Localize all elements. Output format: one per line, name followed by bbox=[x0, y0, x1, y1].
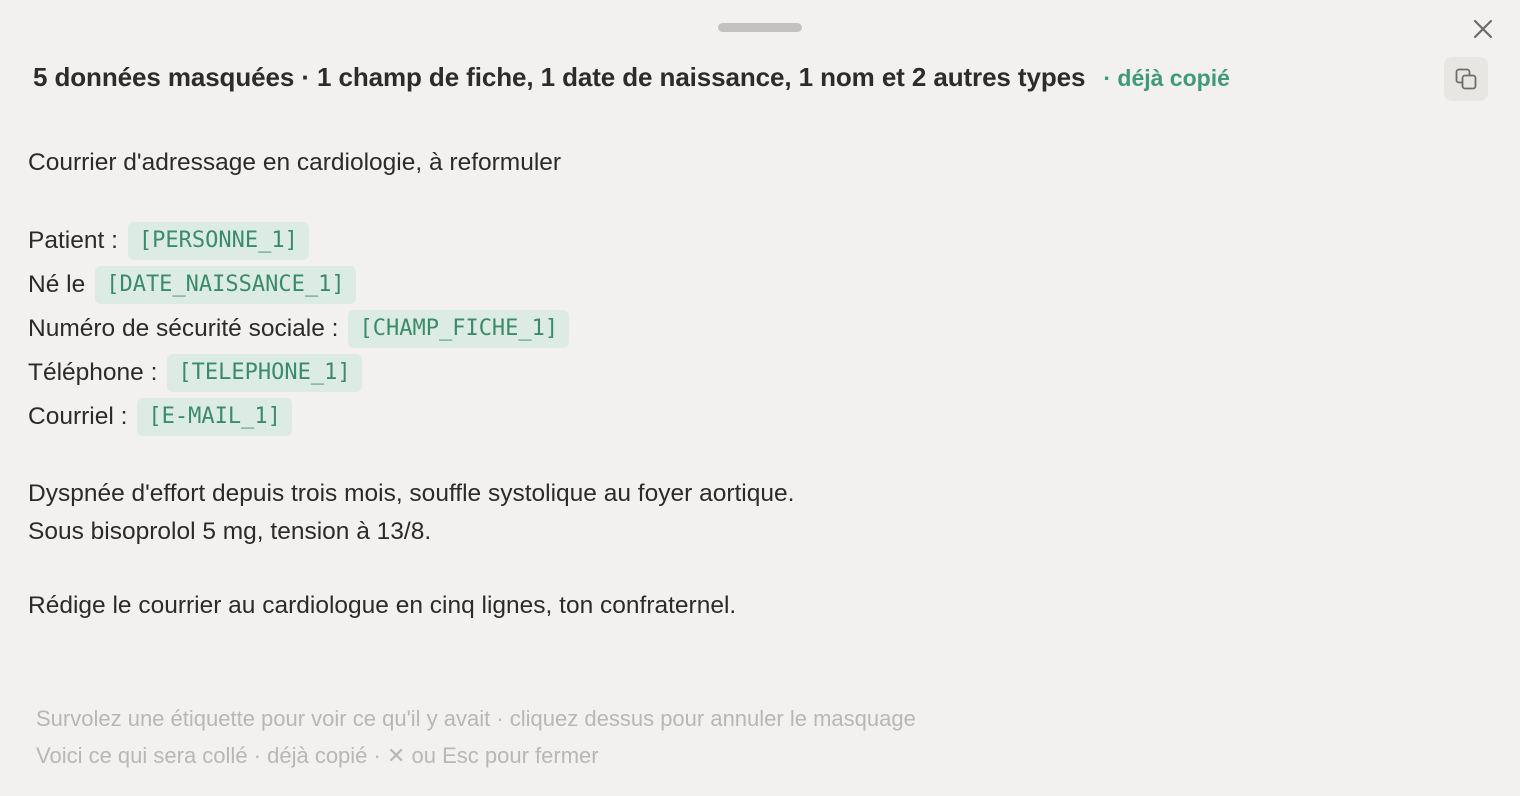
clinical-text-line-1: Dyspnée d'effort depuis trois mois, souf… bbox=[28, 480, 795, 507]
masked-tag-email[interactable]: [E-MAIL_1] bbox=[137, 398, 292, 436]
drag-handle[interactable] bbox=[718, 23, 802, 32]
copied-status: · déjà copié bbox=[1103, 65, 1230, 91]
footer-hint-hover: Survolez une étiquette pour voir ce qu'i… bbox=[36, 706, 916, 731]
field-label: Téléphone : bbox=[28, 359, 158, 386]
close-button[interactable] bbox=[1468, 14, 1498, 44]
masked-tag-birthdate[interactable]: [DATE_NAISSANCE_1] bbox=[95, 266, 356, 304]
masked-tag-phone[interactable]: [TELEPHONE_1] bbox=[167, 354, 362, 392]
header-title: 5 données masquées · 1 champ de fiche, 1… bbox=[33, 62, 1086, 92]
close-icon bbox=[1473, 19, 1493, 39]
field-row-phone: Téléphone : [TELEPHONE_1] bbox=[28, 353, 362, 393]
field-label: Numéro de sécurité sociale : bbox=[28, 315, 339, 342]
copy-button[interactable] bbox=[1444, 57, 1488, 101]
field-row-ssn: Numéro de sécurité sociale : [CHAMP_FICH… bbox=[28, 309, 570, 349]
field-label: Né le bbox=[28, 271, 86, 298]
field-label: Patient : bbox=[28, 227, 118, 254]
copy-icon bbox=[1455, 68, 1477, 90]
footer-hint-close: Voici ce qui sera collé · déjà copié · ✕… bbox=[36, 743, 599, 768]
clinical-text-line-2: Sous bisoprolol 5 mg, tension à 13/8. bbox=[28, 518, 432, 545]
field-row-patient: Patient : [PERSONNE_1] bbox=[28, 221, 309, 261]
header: 5 données masquées · 1 champ de fiche, 1… bbox=[33, 62, 1230, 96]
field-row-birthdate: Né le [DATE_NAISSANCE_1] bbox=[28, 265, 356, 305]
intro-text: Courrier d'adressage en cardiologie, à r… bbox=[28, 149, 562, 176]
masked-tag-person[interactable]: [PERSONNE_1] bbox=[127, 222, 309, 260]
field-row-email: Courriel : [E-MAIL_1] bbox=[28, 397, 292, 437]
instruction-text: Rédige le courrier au cardiologue en cin… bbox=[28, 592, 737, 619]
masked-tag-record-field[interactable]: [CHAMP_FICHE_1] bbox=[348, 310, 570, 348]
field-label: Courriel : bbox=[28, 403, 128, 430]
